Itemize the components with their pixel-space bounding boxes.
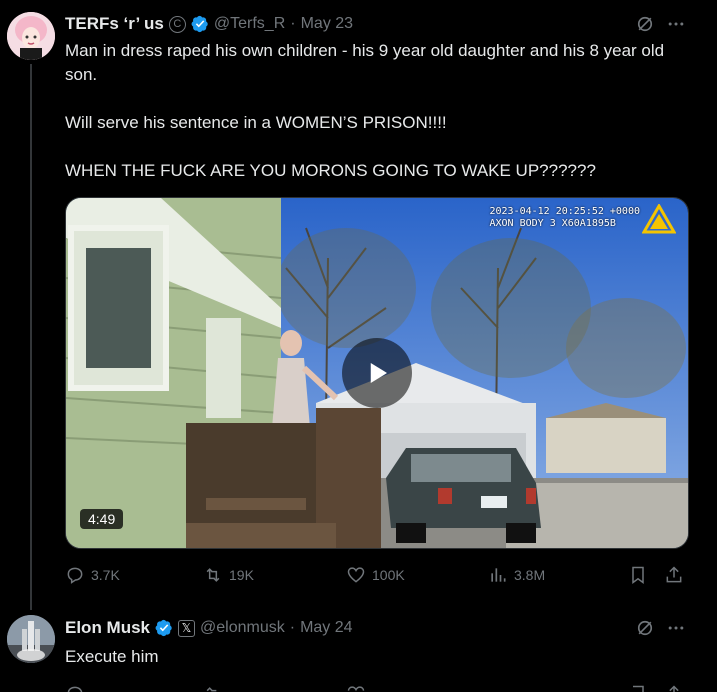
avatar-terfs[interactable]: [7, 12, 55, 60]
post-date[interactable]: May 24: [300, 619, 352, 637]
share-icon[interactable]: [664, 684, 684, 692]
views-button[interactable]: 3.8M: [488, 565, 545, 585]
avatar-image: [7, 615, 55, 663]
reply-button[interactable]: 3.7K: [65, 565, 120, 585]
thread-line: [30, 64, 32, 610]
verified-badge-icon[interactable]: [155, 619, 173, 637]
display-name[interactable]: TERFs ‘r’ us: [65, 14, 164, 34]
bookmark-icon[interactable]: [628, 565, 648, 585]
more-icon[interactable]: [666, 14, 686, 34]
play-button[interactable]: [342, 338, 412, 408]
repost-icon: [206, 568, 220, 582]
video-duration: 4:49: [80, 509, 124, 529]
handle[interactable]: @Terfs_R: [214, 15, 285, 33]
heart-icon[interactable]: [346, 684, 366, 692]
bodycam-overlay: 2023-04-12 20:25:52 +0000 AXON BODY 3 X6…: [489, 206, 640, 230]
view-count: 3.8M: [514, 567, 546, 583]
repost-count: 19K: [229, 567, 254, 583]
like-button[interactable]: 100K: [346, 565, 405, 585]
grok-icon[interactable]: [635, 14, 655, 34]
verified-badge-icon[interactable]: [191, 15, 209, 33]
tweet-text: Execute him: [65, 647, 159, 666]
bodycam-timestamp: 2023-04-12 20:25:52 +0000: [489, 206, 640, 217]
display-name[interactable]: Elon Musk: [65, 618, 150, 638]
reply-icon[interactable]: [65, 684, 85, 692]
avatar-elon[interactable]: [7, 615, 55, 663]
post-date[interactable]: May 23: [301, 15, 353, 33]
separator: ·: [289, 619, 296, 636]
separator: ·: [290, 15, 296, 32]
reply-count: 3.7K: [91, 567, 120, 583]
share-icon[interactable]: [664, 565, 684, 585]
repost-button[interactable]: 19K: [203, 565, 254, 585]
tweet1-header: TERFs ‘r’ us C @Terfs_R · May 23: [65, 14, 353, 34]
video-player[interactable]: 2023-04-12 20:25:52 +0000 AXON BODY 3 X6…: [65, 197, 689, 549]
handle[interactable]: @elonmusk: [200, 619, 285, 637]
copyright-icon: C: [168, 15, 186, 33]
more-icon[interactable]: [666, 618, 686, 638]
axon-logo-icon: [642, 204, 676, 234]
views-icon: [491, 568, 506, 582]
play-icon: [370, 363, 387, 383]
avatar-image: [7, 12, 55, 60]
grok-icon[interactable]: [635, 618, 655, 638]
tweet2-action-bar: [65, 684, 695, 692]
x-affiliate-badge-icon[interactable]: 𝕏: [178, 619, 196, 637]
reply-icon: [67, 567, 83, 584]
tweet2-header: Elon Musk 𝕏 @elonmusk · May 24: [65, 618, 353, 638]
bookmark-icon[interactable]: [628, 684, 648, 692]
like-count: 100K: [372, 567, 405, 583]
tweet-text: Man in dress raped his own children - hi…: [65, 41, 665, 180]
repost-icon[interactable]: [203, 684, 223, 692]
bodycam-device: AXON BODY 3 X60A1895B: [489, 218, 616, 229]
heart-icon: [347, 567, 365, 583]
